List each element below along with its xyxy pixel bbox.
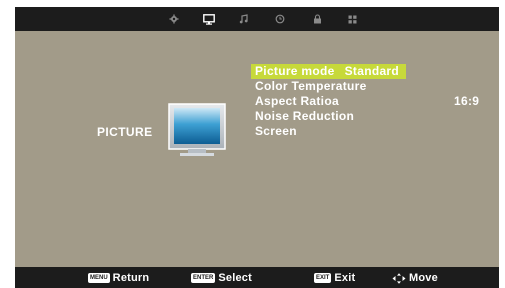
menu-item-screen[interactable]: Screen bbox=[251, 124, 499, 139]
tab-time[interactable] bbox=[272, 11, 288, 27]
clock-icon bbox=[275, 14, 285, 24]
key-hint-bar: MENU Return ENTER Select EXIT Exit Move bbox=[15, 267, 499, 288]
tab-sound[interactable] bbox=[236, 11, 252, 27]
section-title: PICTURE bbox=[97, 125, 153, 139]
grid-icon bbox=[348, 15, 356, 23]
hint-move-label: Move bbox=[409, 272, 438, 284]
tab-settings[interactable] bbox=[166, 11, 182, 27]
hint-select: ENTER Select bbox=[191, 271, 252, 285]
category-tab-bar bbox=[15, 7, 499, 31]
monitor-icon bbox=[203, 13, 215, 25]
hint-return-label: Return bbox=[112, 272, 150, 284]
menu-item-picture-mode[interactable]: Picture mode Standard bbox=[251, 64, 406, 79]
exit-key-badge: EXIT bbox=[314, 273, 332, 283]
picture-menu-list: Picture mode Standard Color Temperature A… bbox=[251, 64, 499, 139]
hint-exit: EXIT Exit bbox=[314, 271, 355, 285]
hint-exit-label: Exit bbox=[334, 272, 356, 284]
music-note-icon bbox=[239, 14, 248, 24]
menu-item-aspect-ratio[interactable]: Aspect Ratioa 16:9 bbox=[251, 94, 499, 109]
tab-setup[interactable] bbox=[344, 11, 360, 27]
enter-key-badge: ENTER bbox=[191, 273, 216, 283]
menu-item-label: Aspect Ratioa bbox=[255, 94, 339, 108]
menu-item-color-temperature[interactable]: Color Temperature bbox=[251, 79, 499, 94]
menu-item-label: Color Temperature bbox=[255, 79, 367, 93]
hint-select-label: Select bbox=[218, 272, 252, 284]
direction-arrows-icon bbox=[392, 272, 406, 284]
menu-item-label: Picture mode bbox=[255, 64, 335, 78]
menu-item-label: Screen bbox=[255, 124, 297, 138]
gear-icon bbox=[169, 14, 179, 24]
tv-osd-screen: PICTURE Picture mode Standard Color Temp… bbox=[15, 7, 499, 288]
tab-picture[interactable] bbox=[201, 11, 217, 27]
lock-icon bbox=[313, 14, 321, 24]
menu-key-badge: MENU bbox=[88, 273, 110, 283]
menu-item-noise-reduction[interactable]: Noise Reduction bbox=[251, 109, 499, 124]
menu-item-label: Noise Reduction bbox=[255, 109, 355, 123]
tab-lock[interactable] bbox=[309, 11, 325, 27]
hint-move: Move bbox=[392, 271, 438, 285]
picture-tv-icon bbox=[168, 103, 226, 157]
menu-item-value: Standard bbox=[344, 64, 400, 78]
hint-return: MENU Return bbox=[88, 271, 149, 285]
menu-item-value: 16:9 bbox=[454, 94, 480, 108]
